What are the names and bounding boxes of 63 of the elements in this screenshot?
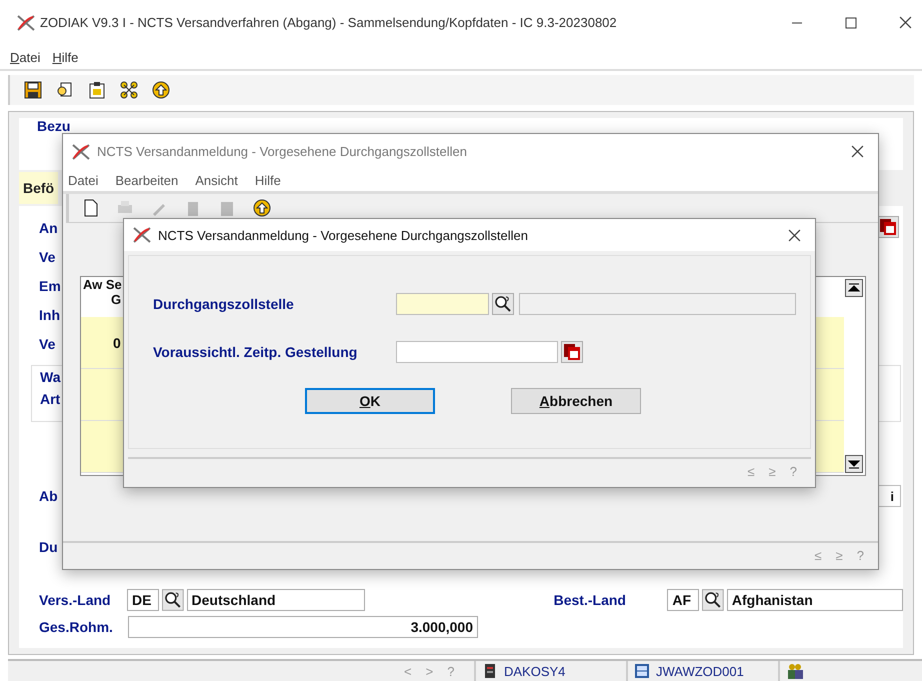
scroll-bottom-button[interactable]: [845, 455, 863, 473]
field-label: Bezu: [37, 118, 70, 136]
tab[interactable]: Befö: [19, 172, 58, 204]
field-label: Ges.Rohm.: [39, 619, 114, 635]
country-code-field[interactable]: DE: [127, 589, 159, 611]
field-label: Art: [40, 391, 60, 407]
field-label: Em: [39, 278, 61, 296]
search-icon[interactable]: [162, 589, 184, 611]
menu-item[interactable]: Hilfe: [254, 172, 281, 188]
search-icon[interactable]: [702, 589, 724, 611]
scroll-top-button[interactable]: [845, 279, 863, 297]
server-icon: [482, 663, 498, 679]
cancel-button[interactable]: Abbrechen: [511, 388, 641, 414]
menu-item[interactable]: Ansicht: [195, 172, 238, 188]
users-icon: [786, 663, 804, 679]
document-search-icon[interactable]: [56, 81, 74, 99]
calendar-icon[interactable]: [877, 216, 899, 238]
maximize-icon[interactable]: [845, 16, 857, 28]
table-cell-text: 0: [112, 334, 121, 350]
close-icon[interactable]: [851, 145, 864, 158]
field-label: Durchgangszollstelle: [153, 296, 295, 312]
status-text: JWAWZOD001: [656, 664, 744, 678]
monitor-icon: [634, 663, 650, 679]
column-header: G: [111, 292, 122, 307]
country-name-field: Deutschland: [186, 589, 365, 611]
field-label: Du: [39, 539, 58, 555]
save-icon[interactable]: [24, 81, 42, 99]
app-logo-icon: [16, 12, 36, 32]
close-icon[interactable]: [788, 228, 801, 242]
field-label: An: [39, 220, 58, 238]
field-label: Inh: [39, 307, 60, 325]
window-title: ZODIAK V9.3 I - NCTS Versandverfahren (Abgang) - Sammelsendung/Kopfdaten - IC 9.3-20230802: [40, 15, 617, 30]
dialog-title: NCTS Versandanmeldung - Vorgesehene Durchgangszollstellen: [158, 228, 528, 242]
app-logo-icon: [71, 142, 91, 162]
new-document-icon[interactable]: [83, 199, 99, 217]
menu-item[interactable]: Datei: [68, 172, 98, 188]
field-label: Ve: [39, 249, 56, 267]
upload-icon[interactable]: [253, 199, 271, 217]
country-code-field[interactable]: AF: [667, 589, 700, 611]
menu-item[interactable]: Hilfe: [52, 50, 78, 64]
status-text: DAKOSY4: [504, 664, 566, 678]
upload-icon[interactable]: [152, 81, 170, 99]
clipboard-icon[interactable]: [88, 81, 106, 99]
window-title: NCTS Versandanmeldung - Vorgesehene Durchgangszollstellen: [97, 144, 467, 159]
menu-item[interactable]: Datei: [10, 50, 40, 64]
ok-button[interactable]: OK: [305, 388, 435, 414]
field-label: Ve: [39, 336, 56, 354]
nodes-icon[interactable]: [120, 81, 138, 99]
field-label: Vers.-Land: [39, 592, 112, 608]
field-label: Best.-Land: [554, 592, 627, 608]
column-header: Aw Se: [83, 277, 122, 292]
close-icon[interactable]: [899, 16, 912, 29]
input-field[interactable]: [396, 293, 489, 315]
date-field[interactable]: [396, 341, 558, 363]
app-logo-icon: [132, 225, 152, 245]
weight-field[interactable]: 3.000,000: [128, 616, 478, 638]
field-label: Wa: [40, 369, 60, 385]
calendar-icon[interactable]: [561, 341, 583, 363]
country-name-field: Afghanistan: [726, 589, 903, 611]
search-icon[interactable]: [492, 293, 514, 315]
field-label: Ab: [39, 488, 58, 504]
menu-item[interactable]: Bearbeiten: [115, 172, 178, 188]
field-label: Voraussichtl. Zeitp. Gestellung: [153, 344, 358, 360]
